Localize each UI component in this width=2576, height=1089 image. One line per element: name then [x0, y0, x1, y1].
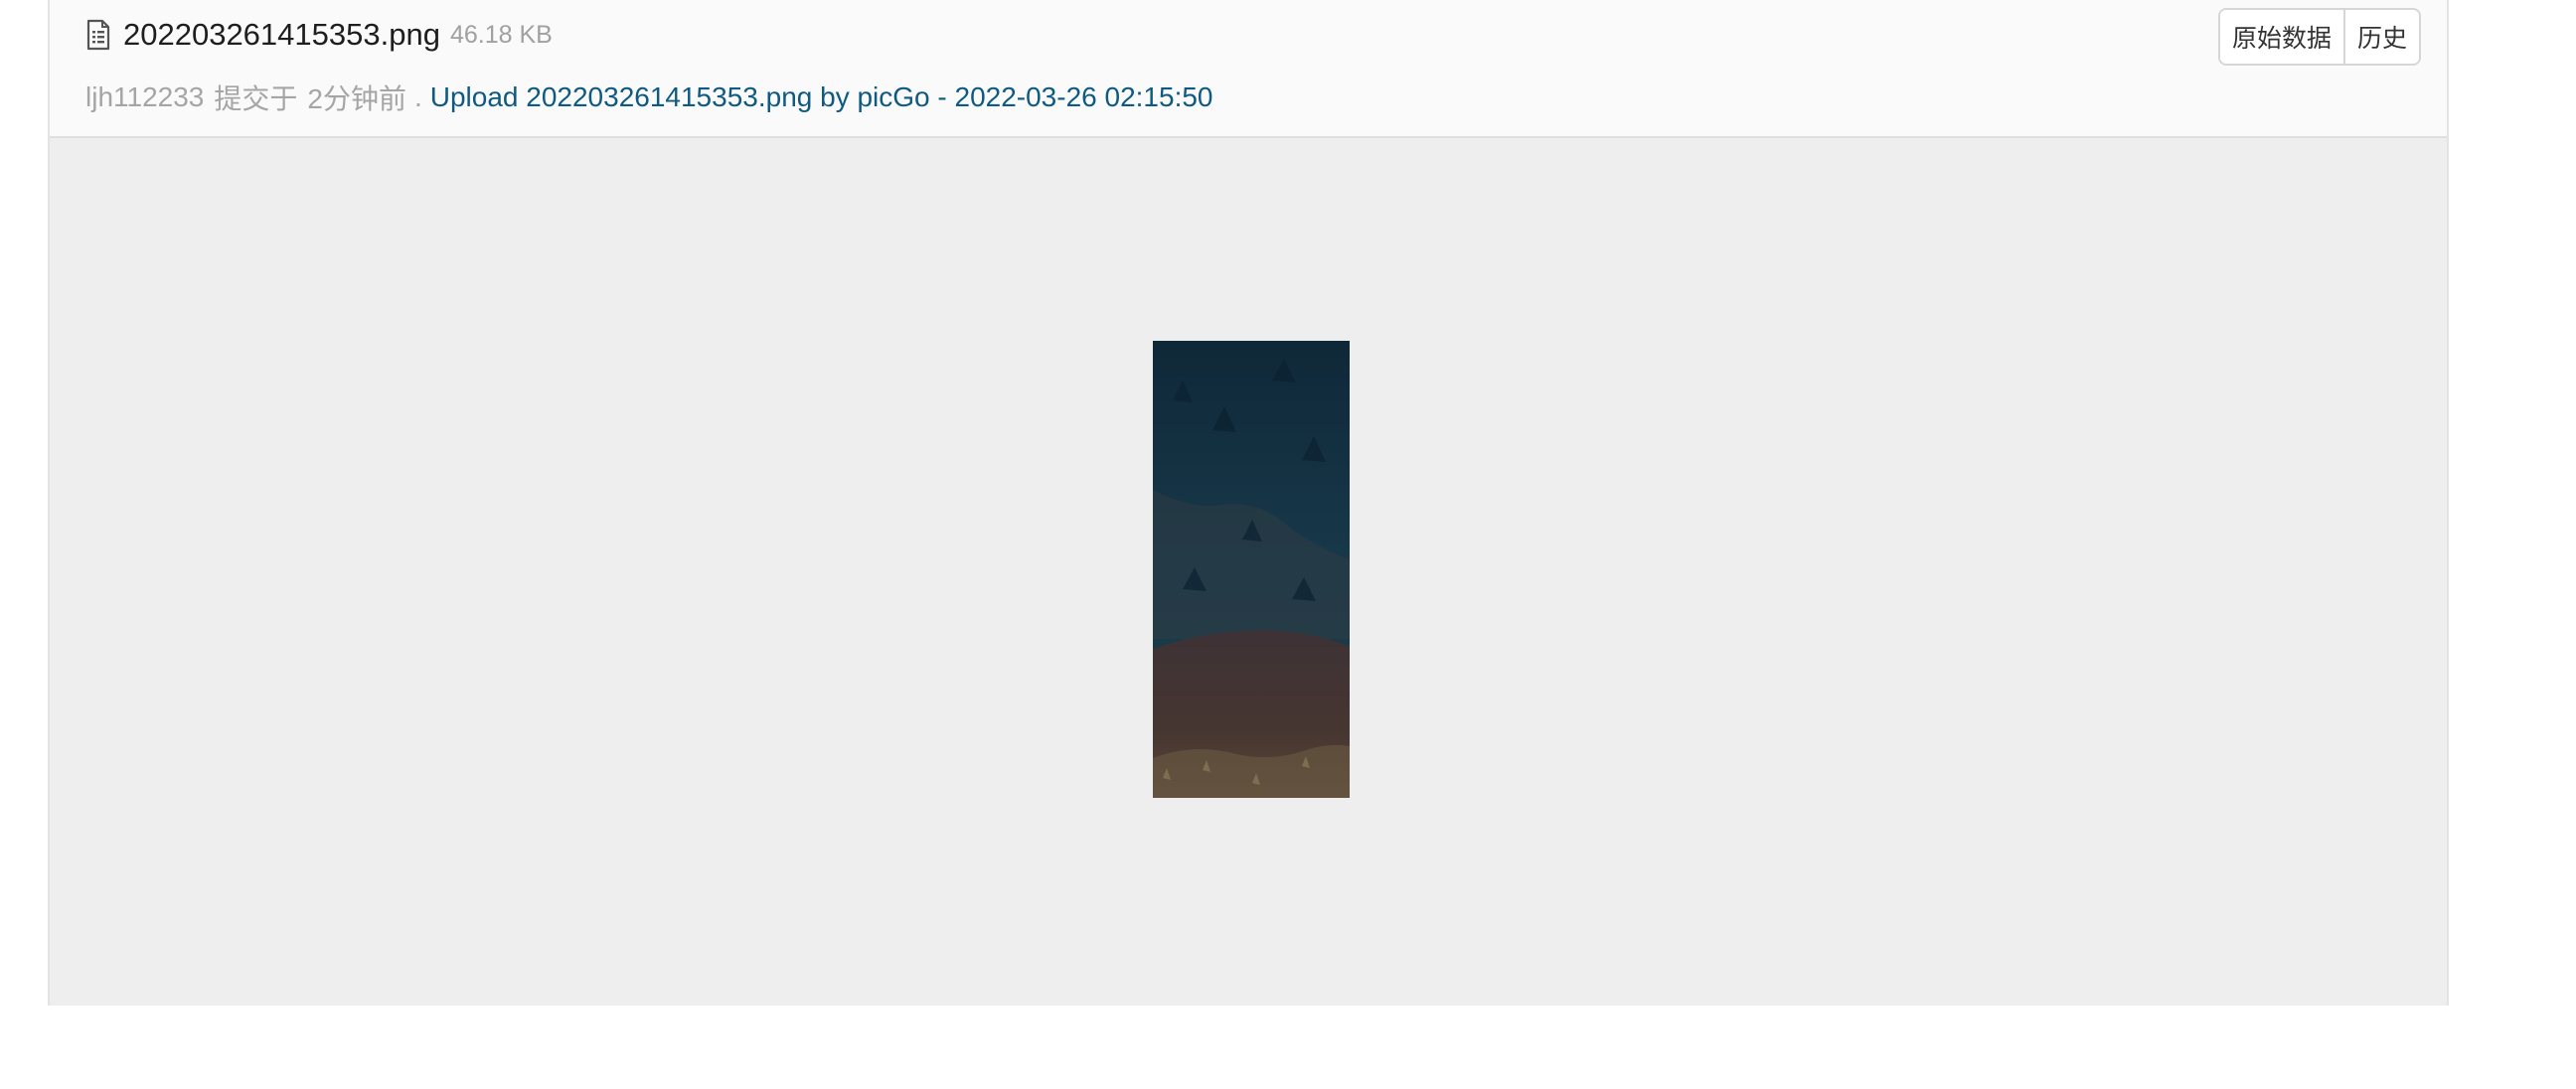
commit-verb: 提交于 [214, 83, 298, 114]
raw-button[interactable]: 原始数据 [2220, 10, 2345, 64]
file-size: 46.18 KB [449, 20, 553, 49]
file-action-buttons: 原始数据 历史 [2218, 8, 2421, 66]
commit-time: 2分钟前 [307, 83, 406, 114]
commit-author[interactable]: ljh112233 [85, 81, 204, 113]
image-viewer [50, 138, 2447, 1006]
file-name: 202203261415353.png [123, 17, 440, 52]
file-panel: 202203261415353.png 46.18 KB 原始数据 历史 ljh… [48, 0, 2449, 1006]
history-button[interactable]: 历史 [2345, 10, 2419, 64]
commit-message-link[interactable]: Upload 202203261415353.png by picGo - 20… [430, 81, 1213, 113]
file-title-row: 202203261415353.png 46.18 KB [85, 12, 553, 58]
file-header: 202203261415353.png 46.18 KB 原始数据 历史 ljh… [50, 0, 2447, 138]
commit-separator: . [413, 81, 422, 112]
image-preview [1153, 341, 1350, 798]
last-commit: ljh112233 提交于 2分钟前 . Upload 202203261415… [85, 78, 1213, 117]
file-text-icon [85, 19, 111, 51]
